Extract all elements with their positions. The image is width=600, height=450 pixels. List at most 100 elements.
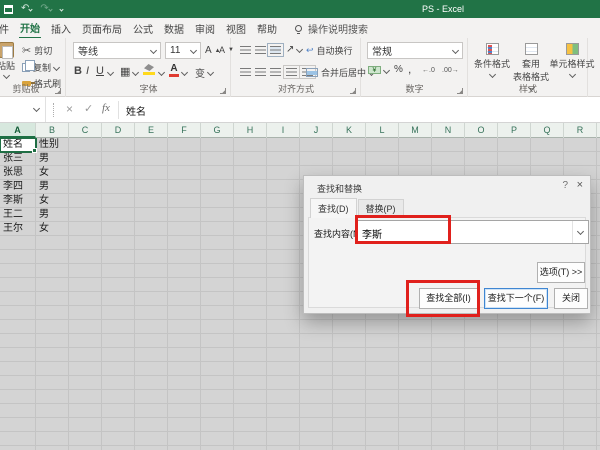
column-header-D[interactable]: D bbox=[102, 123, 135, 138]
column-header-A[interactable]: A bbox=[0, 123, 36, 138]
cell-E5[interactable] bbox=[135, 194, 168, 208]
cell-F11[interactable] bbox=[168, 278, 201, 292]
font-name-combo[interactable]: 等线 bbox=[73, 42, 161, 59]
cell-L22[interactable] bbox=[366, 432, 399, 446]
cell-A10[interactable] bbox=[0, 264, 36, 278]
cell-G2[interactable] bbox=[201, 152, 234, 166]
cell-E22[interactable] bbox=[135, 432, 168, 446]
cell-B12[interactable] bbox=[36, 292, 69, 306]
cell-I7[interactable] bbox=[267, 222, 300, 236]
cell-M16[interactable] bbox=[399, 348, 432, 362]
cell-O1[interactable] bbox=[465, 138, 498, 152]
formula-bar-handle[interactable] bbox=[53, 103, 54, 117]
cell-B14[interactable] bbox=[36, 320, 69, 334]
fill-color-button[interactable] bbox=[143, 64, 155, 75]
cell-J20[interactable] bbox=[300, 404, 333, 418]
cell-H1[interactable] bbox=[234, 138, 267, 152]
cell-J21[interactable] bbox=[300, 418, 333, 432]
cell-G20[interactable] bbox=[201, 404, 234, 418]
cell-A21[interactable] bbox=[0, 418, 36, 432]
cell-C8[interactable] bbox=[69, 236, 102, 250]
cell-L23[interactable] bbox=[366, 446, 399, 450]
ribbon-tab-文件[interactable]: 文件 bbox=[0, 18, 10, 38]
cell-G14[interactable] bbox=[201, 320, 234, 334]
phonetic-button[interactable]: 变 bbox=[195, 65, 213, 80]
italic-button[interactable]: I bbox=[86, 65, 89, 77]
font-size-combo[interactable]: 11 bbox=[165, 42, 201, 59]
cell-D23[interactable] bbox=[102, 446, 135, 450]
cell-D8[interactable] bbox=[102, 236, 135, 250]
cell-B2[interactable]: 男 bbox=[36, 152, 69, 166]
cell-H7[interactable] bbox=[234, 222, 267, 236]
cell-L15[interactable] bbox=[366, 334, 399, 348]
cell-I20[interactable] bbox=[267, 404, 300, 418]
cell-M19[interactable] bbox=[399, 390, 432, 404]
cell-F22[interactable] bbox=[168, 432, 201, 446]
cell-A15[interactable] bbox=[0, 334, 36, 348]
percent-style-button[interactable]: % bbox=[394, 64, 403, 75]
cell-E3[interactable] bbox=[135, 166, 168, 180]
orientation-button[interactable]: ↗ bbox=[286, 44, 302, 55]
cell-H23[interactable] bbox=[234, 446, 267, 450]
cell-G19[interactable] bbox=[201, 390, 234, 404]
cell-E14[interactable] bbox=[135, 320, 168, 334]
cell-M18[interactable] bbox=[399, 376, 432, 390]
cell-I2[interactable] bbox=[267, 152, 300, 166]
cell-K18[interactable] bbox=[333, 376, 366, 390]
cell-A22[interactable] bbox=[0, 432, 36, 446]
cell-J18[interactable] bbox=[300, 376, 333, 390]
cell-G4[interactable] bbox=[201, 180, 234, 194]
cell-H5[interactable] bbox=[234, 194, 267, 208]
cell-G17[interactable] bbox=[201, 362, 234, 376]
cell-A3[interactable]: 张思 bbox=[0, 166, 36, 180]
cell-J23[interactable] bbox=[300, 446, 333, 450]
cell-Q15[interactable] bbox=[531, 334, 564, 348]
ribbon-tab-数据[interactable]: 数据 bbox=[163, 18, 185, 38]
cell-N1[interactable] bbox=[432, 138, 465, 152]
cell-G12[interactable] bbox=[201, 292, 234, 306]
redo-icon[interactable]: ↷ bbox=[40, 4, 51, 14]
align-center-icon[interactable] bbox=[255, 68, 266, 76]
cell-Q17[interactable] bbox=[531, 362, 564, 376]
align-left-icon[interactable] bbox=[240, 68, 251, 76]
cell-B4[interactable]: 男 bbox=[36, 180, 69, 194]
cell-I21[interactable] bbox=[267, 418, 300, 432]
cell-J22[interactable] bbox=[300, 432, 333, 446]
cell-A7[interactable]: 王尔 bbox=[0, 222, 36, 236]
cell-H3[interactable] bbox=[234, 166, 267, 180]
cell-L21[interactable] bbox=[366, 418, 399, 432]
cell-K19[interactable] bbox=[333, 390, 366, 404]
cell-B3[interactable]: 女 bbox=[36, 166, 69, 180]
cell-F17[interactable] bbox=[168, 362, 201, 376]
cell-I11[interactable] bbox=[267, 278, 300, 292]
cell-Q20[interactable] bbox=[531, 404, 564, 418]
cell-I23[interactable] bbox=[267, 446, 300, 450]
cell-E13[interactable] bbox=[135, 306, 168, 320]
cell-J16[interactable] bbox=[300, 348, 333, 362]
ribbon-tab-开始[interactable]: 开始 bbox=[19, 17, 41, 39]
cell-D4[interactable] bbox=[102, 180, 135, 194]
cell-P1[interactable] bbox=[498, 138, 531, 152]
cell-F23[interactable] bbox=[168, 446, 201, 450]
cell-E10[interactable] bbox=[135, 264, 168, 278]
cell-R17[interactable] bbox=[564, 362, 597, 376]
cell-N20[interactable] bbox=[432, 404, 465, 418]
cell-O2[interactable] bbox=[465, 152, 498, 166]
cell-F3[interactable] bbox=[168, 166, 201, 180]
find-what-dropdown[interactable] bbox=[572, 221, 588, 243]
cell-G13[interactable] bbox=[201, 306, 234, 320]
cell-I18[interactable] bbox=[267, 376, 300, 390]
cell-D11[interactable] bbox=[102, 278, 135, 292]
cancel-icon[interactable]: × bbox=[66, 102, 73, 116]
font-color-button[interactable]: A bbox=[169, 63, 179, 77]
decrease-decimal-button[interactable]: .00→ bbox=[442, 67, 459, 74]
cell-H16[interactable] bbox=[234, 348, 267, 362]
cell-E15[interactable] bbox=[135, 334, 168, 348]
cell-A12[interactable] bbox=[0, 292, 36, 306]
cell-I17[interactable] bbox=[267, 362, 300, 376]
cell-N23[interactable] bbox=[432, 446, 465, 450]
cut-button[interactable]: ✂ 剪切 bbox=[22, 44, 52, 57]
underline-dropdown-icon[interactable] bbox=[107, 69, 114, 76]
cell-G9[interactable] bbox=[201, 250, 234, 264]
cell-H22[interactable] bbox=[234, 432, 267, 446]
